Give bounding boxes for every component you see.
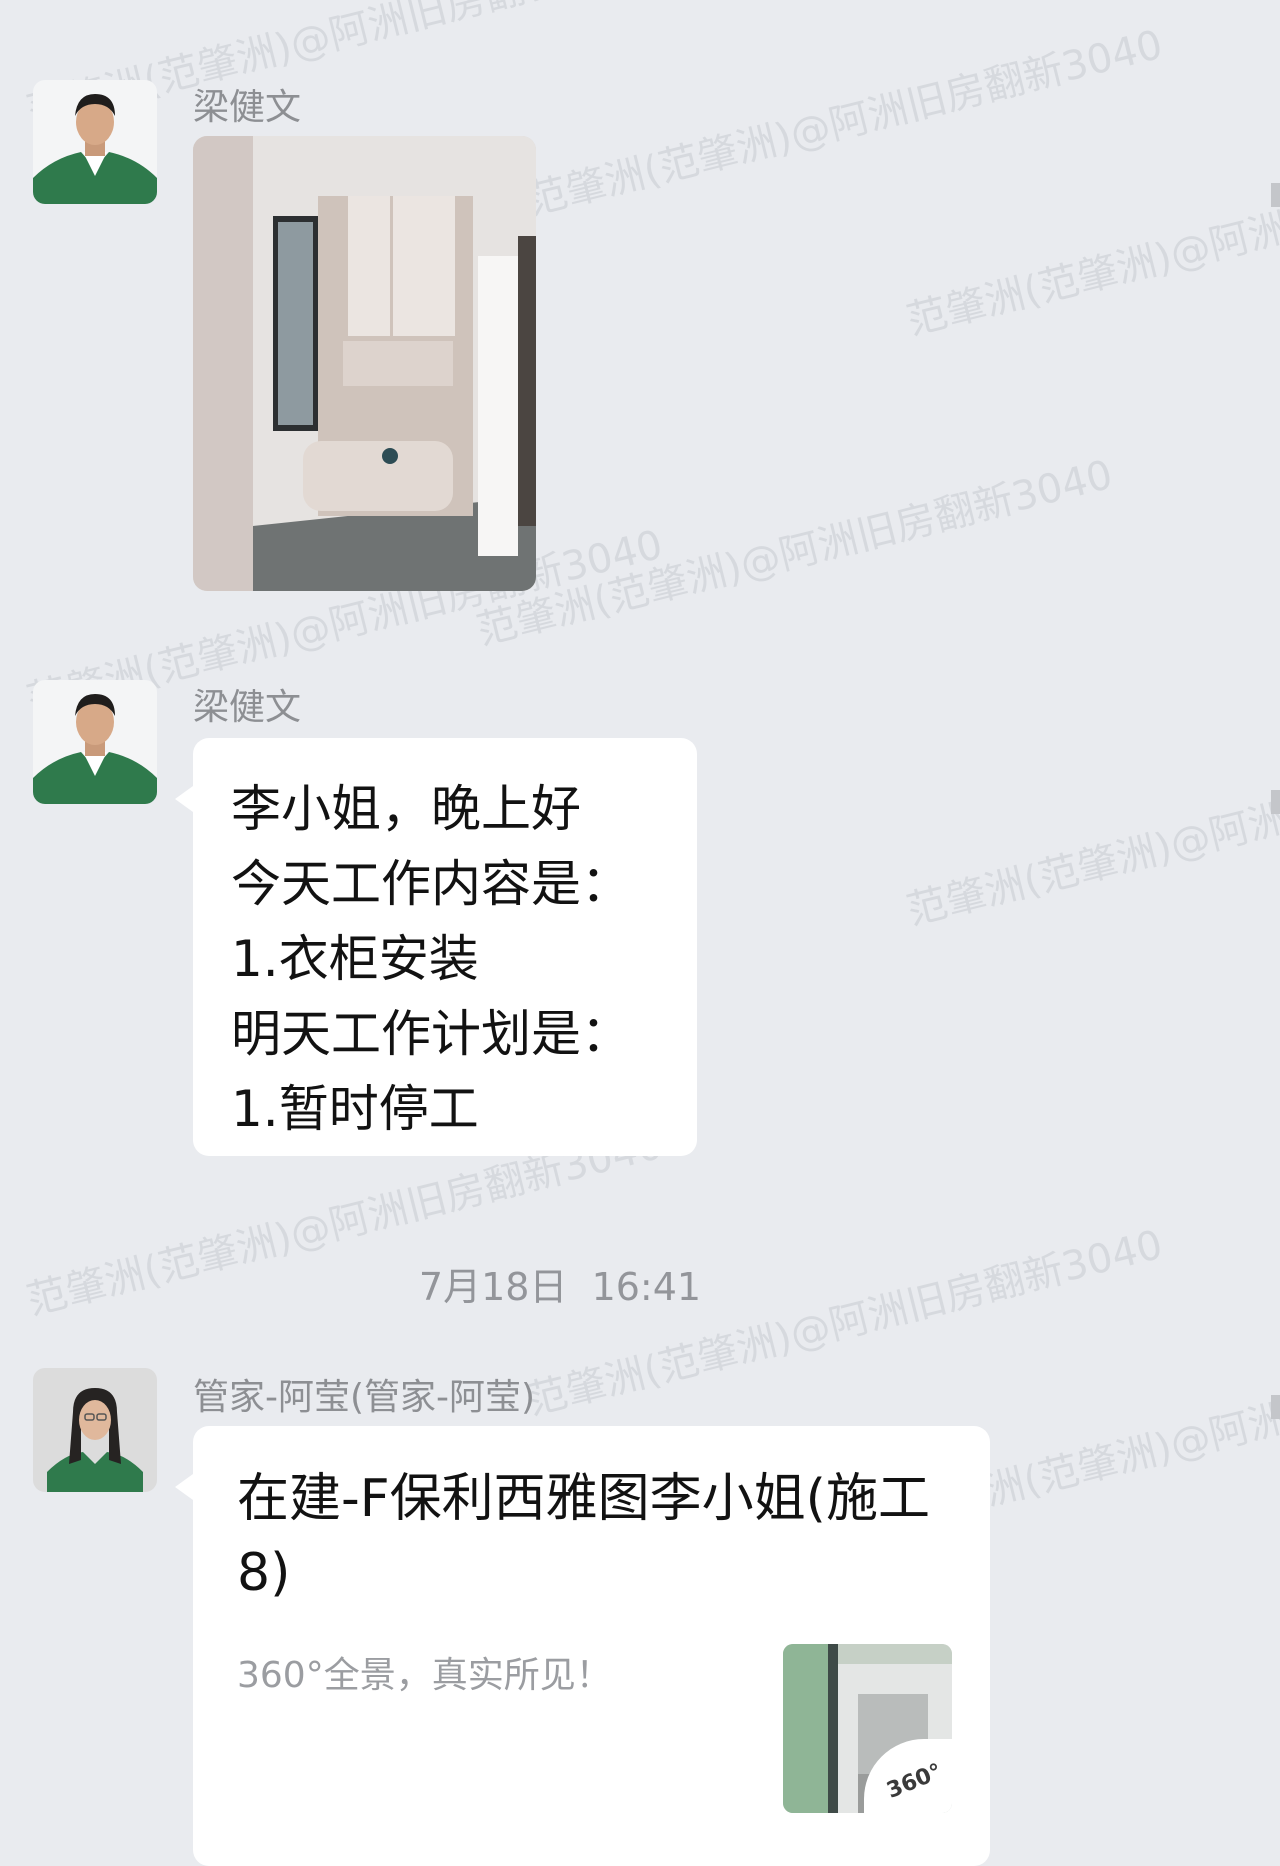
man-avatar-icon xyxy=(33,80,157,204)
message-line: 1.暂时停工 xyxy=(231,1080,479,1138)
message-line: 今天工作内容是： xyxy=(231,855,631,913)
watermark-text: 范肇洲(范肇洲)@阿洲旧房翻新3040 xyxy=(902,141,1280,345)
sender-name: 管家-阿莹(管家-阿莹) xyxy=(193,1377,536,1418)
message-line: 明天工作计划是： xyxy=(231,1005,631,1063)
card-title: 在建-F保利西雅图李小姐(施工8) xyxy=(237,1469,930,1603)
sender-avatar[interactable] xyxy=(33,680,157,804)
sender-name: 梁健文 xyxy=(193,687,302,728)
panorama-360-label: 360° xyxy=(883,1759,946,1804)
link-card-bubble[interactable]: 在建-F保利西雅图李小姐(施工8) 360°全景，真实所见！ 360° xyxy=(175,1426,990,1866)
text-message-bubble[interactable]: 李小姐，晚上好 今天工作内容是： 1.衣柜安装 明天工作计划是： 1.暂时停工 xyxy=(175,738,697,1156)
watermark-text: 范肇洲(范肇洲)@阿洲旧房翻新3040 xyxy=(472,451,1118,655)
scroll-indicator xyxy=(1271,1395,1280,1419)
sender-avatar[interactable] xyxy=(33,1368,157,1492)
message-timestamp: 7月18日 16:41 xyxy=(418,1265,702,1309)
watermark-text: 范肇洲(范肇洲)@阿洲旧房翻新3040 xyxy=(902,731,1280,935)
watermark-text: 范肇洲(范肇洲)@阿洲旧房翻新3040 xyxy=(522,21,1168,225)
sender-name: 梁健文 xyxy=(193,87,302,128)
message-line: 李小姐，晚上好 xyxy=(231,780,581,838)
card-description: 360°全景，真实所见！ xyxy=(237,1655,612,1696)
scroll-indicator xyxy=(1271,790,1280,814)
woman-avatar-icon xyxy=(33,1368,157,1492)
scroll-indicator xyxy=(1271,183,1280,207)
panorama-thumbnail: 360° xyxy=(783,1644,952,1813)
watermark-text: 范肇洲(范肇洲)@阿洲旧房翻新3040 xyxy=(522,1221,1168,1425)
wardrobe-photo-image xyxy=(193,136,536,591)
message-line: 1.衣柜安装 xyxy=(231,930,479,988)
man-avatar-icon xyxy=(33,680,157,804)
wardrobe-photo[interactable] xyxy=(193,136,536,591)
sender-avatar[interactable] xyxy=(33,80,157,204)
